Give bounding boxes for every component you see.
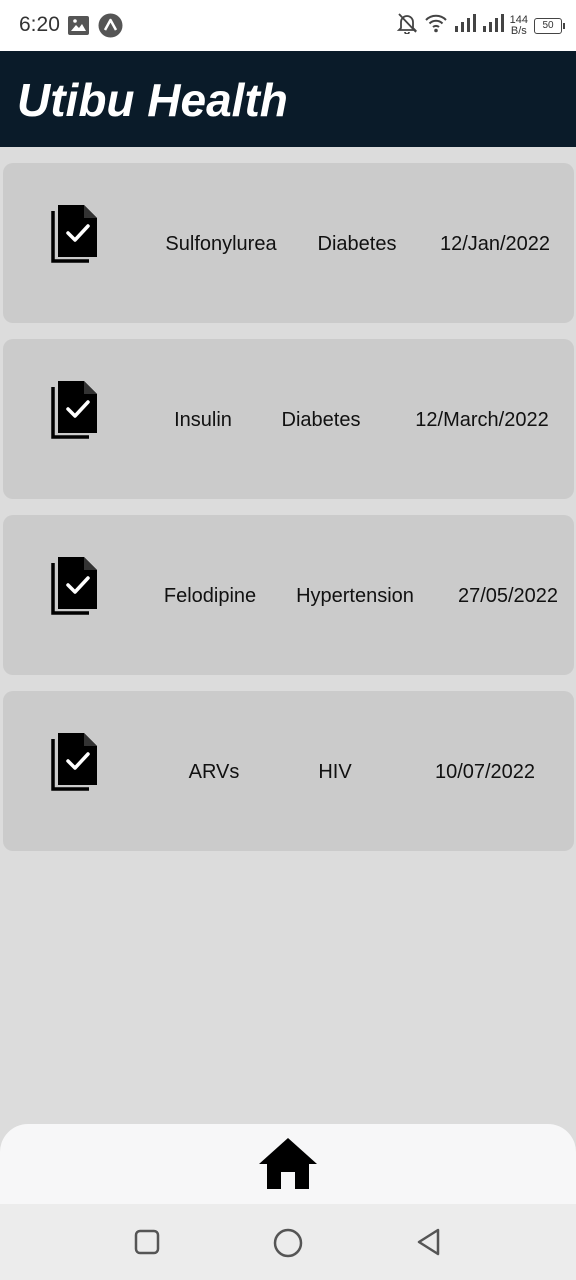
medication-condition: HIV [318,761,352,783]
network-speed-value: 144 [509,13,528,26]
medication-card[interactable]: ARVs HIV 10/07/2022 [3,691,574,851]
medication-condition: Diabetes [317,233,397,255]
app-a-icon [98,13,123,37]
back-icon[interactable] [414,1227,444,1257]
medication-date: 10/07/2022 [434,761,536,783]
medication-name: ARVs [188,761,240,783]
medication-name: Felodipine [163,585,257,607]
medication-name: Insulin [174,409,232,431]
system-navigation-bar [0,1204,576,1280]
medication-card[interactable]: Sulfonylurea Diabetes 12/Jan/2022 [3,163,574,323]
medication-condition: Hypertension [296,585,414,607]
prescription-check-icon [50,729,102,793]
battery-icon: 50 [534,17,565,34]
battery-level: 50 [542,20,554,31]
medication-date: 12/March/2022 [415,409,549,431]
medication-card[interactable]: Insulin Diabetes 12/March/2022 [3,339,574,499]
network-speed: 144 B/s [509,13,528,37]
prescription-check-icon [50,201,102,265]
wifi-icon [424,13,448,38]
image-icon [68,13,89,37]
medication-date: 12/Jan/2022 [439,233,551,255]
medication-name: Sulfonylurea [165,233,277,255]
bell-off-icon [396,12,418,39]
prescription-check-icon [50,377,102,441]
medication-card[interactable]: Felodipine Hypertension 27/05/2022 [3,515,574,675]
status-bar: 6:20 144 B/s 50 [0,0,576,51]
network-speed-unit: B/s [510,24,527,37]
status-time: 6:20 [19,13,60,36]
medication-condition: Diabetes [281,409,361,431]
app-bar: Utibu Health [0,51,576,147]
medication-date: 27/05/2022 [457,585,559,607]
home-icon[interactable] [257,1136,319,1192]
bottom-navigation [0,1124,576,1204]
app-title: Utibu Health [17,74,288,126]
recents-icon[interactable] [132,1227,162,1257]
home-circle-icon[interactable] [272,1227,303,1258]
signal-icon [482,13,504,38]
signal-icon [454,13,476,38]
prescription-check-icon [50,553,102,617]
